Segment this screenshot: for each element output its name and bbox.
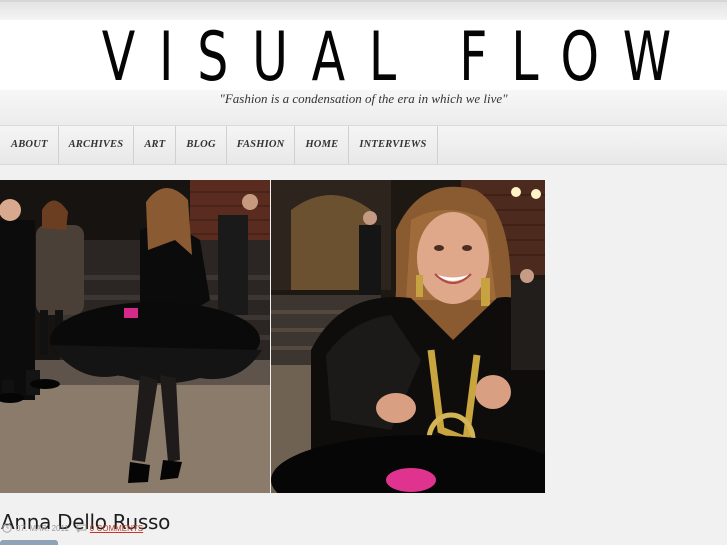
site-tagline: "Fashion is a condensation of the era in… <box>219 91 508 106</box>
bottom-tab-indicator <box>0 540 58 545</box>
street-photo-image <box>0 180 270 493</box>
post-date: 07. MAR. 2011 <box>16 523 69 533</box>
post-meta: 07. MAR. 2011 0 COMMENTS <box>2 523 143 533</box>
clock-icon <box>2 523 12 533</box>
masthead: VISUAL FLOW <box>0 20 727 92</box>
nav-item-art[interactable]: ART <box>134 126 177 164</box>
nav-item-interviews[interactable]: INTERVIEWS <box>349 126 438 164</box>
site-title[interactable]: VISUAL FLOW <box>102 24 671 92</box>
post-photo-right[interactable] <box>271 180 545 493</box>
main-nav: ABOUT ARCHIVES ART BLOG FASHION HOME INT… <box>0 125 727 165</box>
comment-icon <box>76 524 87 533</box>
nav-item-home[interactable]: HOME <box>295 126 350 164</box>
nav-item-archives[interactable]: ARCHIVES <box>59 126 135 164</box>
nav-item-blog[interactable]: BLOG <box>176 126 227 164</box>
comments-link[interactable]: 0 COMMENTS <box>90 524 143 533</box>
post-photo-left[interactable] <box>0 180 270 493</box>
portrait-photo-image <box>271 180 545 493</box>
nav-item-about[interactable]: ABOUT <box>0 126 59 164</box>
top-bar <box>0 0 727 20</box>
nav-item-fashion[interactable]: FASHION <box>227 126 296 164</box>
